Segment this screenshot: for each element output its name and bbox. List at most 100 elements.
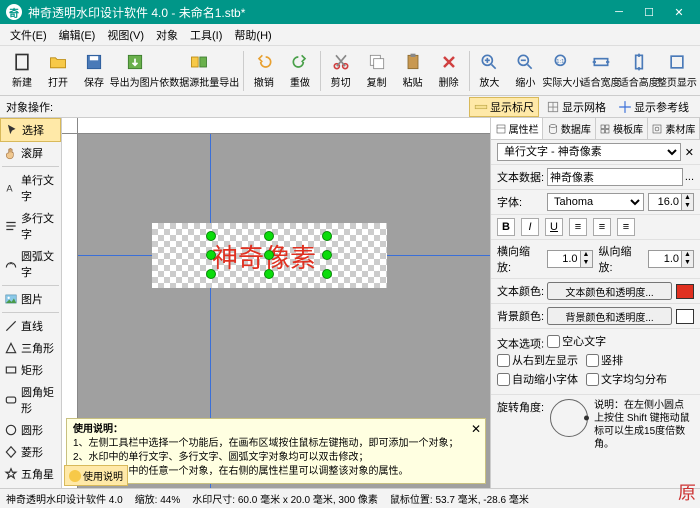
tool-line[interactable]: 直线 <box>0 315 61 337</box>
zoom100-button[interactable]: 1:1实际大小 <box>543 50 581 91</box>
handle-c[interactable] <box>264 250 274 260</box>
bg-color-swatch[interactable] <box>676 309 694 324</box>
paste-button[interactable]: 粘贴 <box>395 50 431 91</box>
help-toggle-button[interactable]: 使用说明 <box>64 465 128 486</box>
bg-color-button[interactable]: 背景颜色和透明度... <box>547 307 672 325</box>
sidebar-separator <box>2 166 59 167</box>
rect-icon <box>4 363 18 377</box>
align-right-button[interactable]: ≡ <box>617 218 635 236</box>
align-center-button[interactable]: ≡ <box>593 218 611 236</box>
tool-rect[interactable]: 矩形 <box>0 359 61 381</box>
font-size-spinner[interactable]: ▲▼ <box>682 193 694 211</box>
fitp-button[interactable]: 整页显示 <box>658 50 696 91</box>
redo-button[interactable]: 重做 <box>282 50 318 91</box>
handle-n[interactable] <box>264 231 274 241</box>
guide-toggle[interactable]: 显示参考线 <box>613 97 694 117</box>
handle-ne[interactable] <box>322 231 332 241</box>
menu-item[interactable]: 帮助(H) <box>228 27 277 43</box>
tool-image[interactable]: 图片 <box>0 288 61 310</box>
vscale-input[interactable] <box>648 250 682 268</box>
zoomout-button[interactable]: 缩小 <box>507 50 543 91</box>
text1-icon: A <box>4 181 18 195</box>
align-left-button[interactable]: ≡ <box>569 218 587 236</box>
canvas-area[interactable]: 神奇像素 ✕ 使用说明： 1、左侧工具栏中选择一个功能后，在画布区域按住鼠标左键… <box>62 118 490 488</box>
tool-cursor[interactable]: 选择 <box>0 118 61 142</box>
close-button[interactable]: ✕ <box>664 0 694 24</box>
text-data-input[interactable] <box>547 168 683 186</box>
fitp-icon <box>667 52 687 72</box>
undo-button[interactable]: 撤销 <box>246 50 282 91</box>
text-color-button[interactable]: 文本颜色和透明度... <box>547 282 672 300</box>
db-icon <box>547 123 559 135</box>
redo-icon <box>290 52 310 72</box>
tab-tpl[interactable]: 模板库 <box>596 118 648 139</box>
delete-button[interactable]: 删除 <box>431 50 467 91</box>
menu-item[interactable]: 编辑(E) <box>53 27 102 43</box>
fitw-button[interactable]: 适合宽度 <box>582 50 620 91</box>
tool-circle[interactable]: 圆形 <box>0 419 61 441</box>
minimize-button[interactable]: ─ <box>604 0 634 24</box>
prop-icon <box>495 123 507 135</box>
handle-e[interactable] <box>322 250 332 260</box>
undo-icon <box>254 52 274 72</box>
underline-button[interactable]: U <box>545 218 563 236</box>
tool-star[interactable]: 五角星 <box>0 463 61 485</box>
menu-item[interactable]: 文件(E) <box>4 27 53 43</box>
option-空心文字[interactable]: 空心文字 <box>547 333 606 349</box>
handle-w[interactable] <box>206 250 216 260</box>
fith-icon <box>629 52 649 72</box>
grid-toggle[interactable]: 显示网格 <box>541 97 611 117</box>
tool-rrect[interactable]: 圆角矩形 <box>0 381 61 419</box>
help-close-icon[interactable]: ✕ <box>471 421 481 438</box>
hscale-input[interactable] <box>547 250 581 268</box>
menu-item[interactable]: 视图(V) <box>101 27 150 43</box>
menu-item[interactable]: 工具(I) <box>184 27 228 43</box>
ruler-toggle[interactable]: 显示标尺 <box>469 97 539 117</box>
tool-tri[interactable]: 三角形 <box>0 337 61 359</box>
option-竖排[interactable]: 竖排 <box>586 352 623 368</box>
ruler-icon <box>474 100 488 114</box>
tab-mat[interactable]: 素材库 <box>648 118 700 139</box>
handle-s[interactable] <box>264 269 274 279</box>
tab-db[interactable]: 数据库 <box>543 118 595 139</box>
save-button[interactable]: 保存 <box>76 50 112 91</box>
copy-button[interactable]: 复制 <box>359 50 395 91</box>
menu-item[interactable]: 对象 <box>150 27 184 43</box>
text-data-more-icon[interactable]: ... <box>685 171 694 183</box>
menubar: 文件(E)编辑(E)视图(V)对象工具(I)帮助(H) <box>0 24 700 46</box>
handle-se[interactable] <box>322 269 332 279</box>
vscale-spinner[interactable]: ▲▼ <box>682 250 694 268</box>
hscale-spinner[interactable]: ▲▼ <box>581 250 593 268</box>
bold-button[interactable]: B <box>497 218 515 236</box>
rotation-dial[interactable] <box>550 399 588 437</box>
status-mouse: 鼠标位置: 53.7 毫米, -28.6 毫米 <box>390 491 529 506</box>
toolbar-separator <box>469 51 470 91</box>
option-文字均匀分布[interactable]: 文字均匀分布 <box>586 371 667 387</box>
tool-textarc[interactable]: A圆弧文字 <box>0 245 61 283</box>
zoomin-button[interactable]: 放大 <box>471 50 507 91</box>
cut-button[interactable]: 剪切 <box>323 50 359 91</box>
tab-prop[interactable]: 属性栏 <box>491 118 543 139</box>
maximize-button[interactable]: ☐ <box>634 0 664 24</box>
new-button[interactable]: 新建 <box>4 50 40 91</box>
tool-diamond[interactable]: 菱形 <box>0 441 61 463</box>
handle-sw[interactable] <box>206 269 216 279</box>
batch-button[interactable]: 依数据源批量导出 <box>157 50 241 91</box>
tool-textm[interactable]: 多行文字 <box>0 207 61 245</box>
tool-text1[interactable]: A单行文字 <box>0 169 61 207</box>
fith-button[interactable]: 适合高度 <box>620 50 658 91</box>
italic-button[interactable]: I <box>521 218 539 236</box>
tool-hand[interactable]: 滚屏 <box>0 142 61 164</box>
open-button[interactable]: 打开 <box>40 50 76 91</box>
delete-object-icon[interactable]: ✕ <box>685 146 694 159</box>
text-color-swatch[interactable] <box>676 284 694 299</box>
export-button[interactable]: 导出为图片 <box>112 50 157 91</box>
tools-sidebar: 选择滚屏 A单行文字多行文字A圆弧文字图片直线三角形矩形圆角矩形圆形菱形五角星 <box>0 118 62 488</box>
option-从右到左显示[interactable]: 从右到左显示 <box>497 352 578 368</box>
app-logo-icon: 奇 <box>6 4 22 20</box>
font-select[interactable]: Tahoma <box>547 193 644 211</box>
font-size-input[interactable] <box>648 193 682 211</box>
handle-nw[interactable] <box>206 231 216 241</box>
object-selector[interactable]: 单行文字 - 神奇像素 <box>497 143 681 161</box>
option-自动缩小字体[interactable]: 自动缩小字体 <box>497 371 578 387</box>
